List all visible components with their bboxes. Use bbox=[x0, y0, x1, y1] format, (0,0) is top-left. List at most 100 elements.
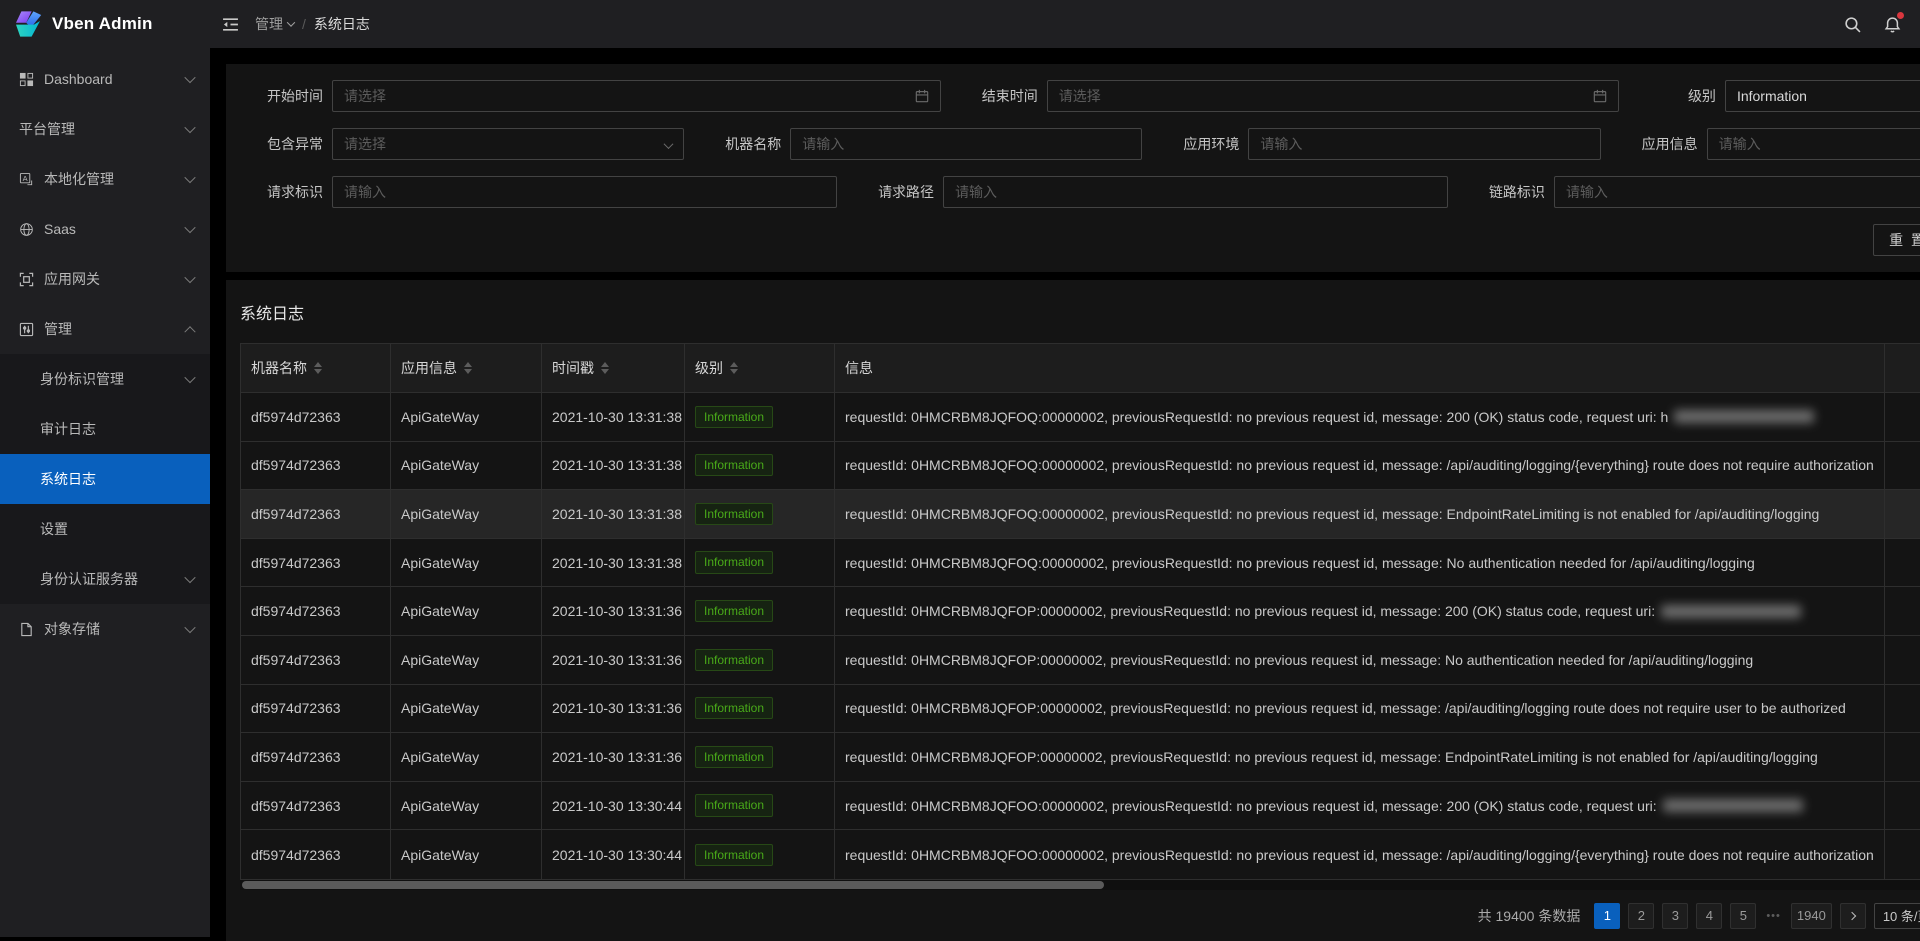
chevron-down-icon bbox=[184, 622, 195, 633]
app-info-input-field[interactable] bbox=[1719, 136, 1920, 152]
cell-timestamp: 2021-10-30 13:31:38 bbox=[542, 490, 685, 538]
log-message: requestId: 0HMCRBM8JQFOP:00000002, previ… bbox=[845, 652, 1753, 668]
sort-icon[interactable] bbox=[464, 362, 472, 374]
horizontal-scrollbar-thumb[interactable] bbox=[242, 881, 1104, 889]
column-header-timestamp[interactable]: 时间戳 bbox=[542, 344, 685, 392]
page-size-select[interactable]: 10 条/页 bbox=[1874, 903, 1920, 929]
sidebar: Vben Admin Dashboard平台管理A本地化管理Saas应用网关管理… bbox=[0, 0, 210, 937]
page-button-3[interactable]: 3 bbox=[1662, 903, 1688, 929]
sidebar-item-audit-log[interactable]: 审计日志 bbox=[0, 404, 210, 454]
app-title: Vben Admin bbox=[52, 14, 153, 34]
cell-message: requestId: 0HMCRBM8JQFOQ:00000002, previ… bbox=[835, 539, 1885, 587]
column-header-app[interactable]: 应用信息 bbox=[391, 344, 542, 392]
sidebar-item-admin[interactable]: 管理 bbox=[0, 304, 210, 354]
cell-timestamp: 2021-10-30 13:31:36 bbox=[542, 733, 685, 781]
table-row: df5974d72363ApiGateWay2021-10-30 13:30:4… bbox=[241, 782, 1920, 831]
sidebar-item-gateway[interactable]: 应用网关 bbox=[0, 254, 210, 304]
cell-level: Information bbox=[685, 490, 835, 538]
log-message: requestId: 0HMCRBM8JQFOO:00000002, previ… bbox=[845, 847, 1874, 863]
sidebar-item-auth-server[interactable]: 身份认证服务器 bbox=[0, 554, 210, 604]
sidebar-item-system-log[interactable]: 系统日志 bbox=[0, 454, 210, 504]
cell-app-info: ApiGateWay bbox=[391, 490, 542, 538]
search-icon[interactable] bbox=[1833, 0, 1873, 48]
field-label: 应用环境 bbox=[1158, 134, 1248, 154]
sort-icon[interactable] bbox=[730, 362, 738, 374]
page-button-2[interactable]: 2 bbox=[1628, 903, 1654, 929]
field-label: 结束时间 bbox=[957, 86, 1047, 106]
chevron-down-icon bbox=[184, 572, 195, 583]
cell-machine-name: df5974d72363 bbox=[241, 685, 391, 733]
cell-machine-name: df5974d72363 bbox=[241, 490, 391, 538]
breadcrumb-separator: / bbox=[302, 16, 306, 32]
field-app-env: 应用环境 bbox=[1158, 128, 1616, 160]
cell-level: Information bbox=[685, 830, 835, 879]
column-header-machine[interactable]: 机器名称 bbox=[241, 344, 391, 392]
reset-button[interactable]: 重 置 bbox=[1873, 224, 1920, 256]
request-id-input-field[interactable] bbox=[344, 184, 825, 200]
breadcrumb-parent[interactable]: 管理 bbox=[255, 14, 294, 34]
cell-message: requestId: 0HMCRBM8JQFOO:00000002, previ… bbox=[835, 782, 1885, 830]
sidebar-item-object-storage[interactable]: 对象存储 bbox=[0, 604, 210, 654]
level-select-value: Information bbox=[1737, 88, 1807, 104]
logo[interactable]: Vben Admin bbox=[0, 0, 210, 48]
cell-actions: 查看日志 bbox=[1885, 830, 1920, 879]
sidebar-menu: Dashboard平台管理A本地化管理Saas应用网关管理身份标识管理审计日志系… bbox=[0, 54, 210, 654]
sidebar-item-platform[interactable]: 平台管理 bbox=[0, 104, 210, 154]
page-button-4[interactable]: 4 bbox=[1696, 903, 1722, 929]
field-label: 开始时间 bbox=[242, 86, 332, 106]
level-select[interactable]: Information bbox=[1725, 80, 1920, 112]
page-button-5[interactable]: 5 bbox=[1730, 903, 1756, 929]
sidebar-item-identity[interactable]: 身份标识管理 bbox=[0, 354, 210, 404]
field-label: 请求路径 bbox=[853, 182, 943, 202]
page-button-1940[interactable]: 1940 bbox=[1791, 903, 1832, 929]
log-table: 机器名称 应用信息 时间戳 级别 bbox=[240, 343, 1920, 880]
redacted-text bbox=[1674, 410, 1814, 423]
trace-id-input-field[interactable] bbox=[1566, 184, 1920, 200]
app-env-input-field[interactable] bbox=[1260, 136, 1588, 152]
machine-name-input-field[interactable] bbox=[802, 136, 1130, 152]
next-page-button[interactable] bbox=[1840, 903, 1866, 929]
table-row: df5974d72363ApiGateWay2021-10-30 13:31:3… bbox=[241, 490, 1920, 539]
column-header-message: 信息 bbox=[835, 344, 1885, 392]
field-request-id: 请求标识 bbox=[242, 176, 853, 208]
level-badge: Information bbox=[695, 649, 773, 671]
localization-icon: A bbox=[19, 171, 35, 187]
field-has-exception: 包含异常 请选择 bbox=[242, 128, 700, 160]
field-end-time: 结束时间 请选择 bbox=[957, 80, 1635, 112]
log-message: requestId: 0HMCRBM8JQFOP:00000002, previ… bbox=[845, 700, 1846, 716]
sidebar-item-settings[interactable]: 设置 bbox=[0, 504, 210, 554]
page-button-1[interactable]: 1 bbox=[1594, 903, 1620, 929]
cell-level: Information bbox=[685, 539, 835, 587]
chevron-down-icon bbox=[184, 222, 195, 233]
level-badge: Information bbox=[695, 844, 773, 866]
sidebar-item-localization[interactable]: A本地化管理 bbox=[0, 154, 210, 204]
field-start-time: 开始时间 请选择 bbox=[242, 80, 957, 112]
field-trace-id: 链路标识 bbox=[1464, 176, 1920, 208]
request-id-input[interactable] bbox=[332, 176, 837, 208]
trace-id-input[interactable] bbox=[1554, 176, 1920, 208]
column-header-level[interactable]: 级别 bbox=[685, 344, 835, 392]
end-time-datepicker[interactable]: 请选择 bbox=[1047, 80, 1619, 112]
cell-message: requestId: 0HMCRBM8JQFOQ:00000002, previ… bbox=[835, 490, 1885, 538]
menu-fold-icon[interactable] bbox=[222, 16, 239, 33]
sidebar-item-label: 身份认证服务器 bbox=[40, 569, 138, 589]
sidebar-item-saas[interactable]: Saas bbox=[0, 204, 210, 254]
sort-icon[interactable] bbox=[601, 362, 609, 374]
sort-icon[interactable] bbox=[314, 362, 322, 374]
cell-actions: 查看日志 bbox=[1885, 442, 1920, 490]
start-time-datepicker[interactable]: 请选择 bbox=[332, 80, 941, 112]
fullscreen-icon[interactable] bbox=[1913, 0, 1920, 48]
sidebar-item-dashboard[interactable]: Dashboard bbox=[0, 54, 210, 104]
machine-name-input[interactable] bbox=[790, 128, 1142, 160]
cell-message: requestId: 0HMCRBM8JQFOO:00000002, previ… bbox=[835, 830, 1885, 879]
has-exception-select[interactable]: 请选择 bbox=[332, 128, 684, 160]
app-info-input[interactable] bbox=[1707, 128, 1920, 160]
request-path-input-field[interactable] bbox=[955, 184, 1436, 200]
cell-timestamp: 2021-10-30 13:31:38 bbox=[542, 442, 685, 490]
request-path-input[interactable] bbox=[943, 176, 1448, 208]
notification-bell-icon[interactable] bbox=[1873, 0, 1913, 48]
app-env-input[interactable] bbox=[1248, 128, 1600, 160]
cell-machine-name: df5974d72363 bbox=[241, 393, 391, 441]
table-row: df5974d72363ApiGateWay2021-10-30 13:31:3… bbox=[241, 685, 1920, 734]
submenu-admin: 身份标识管理审计日志系统日志设置身份认证服务器 bbox=[0, 354, 210, 604]
